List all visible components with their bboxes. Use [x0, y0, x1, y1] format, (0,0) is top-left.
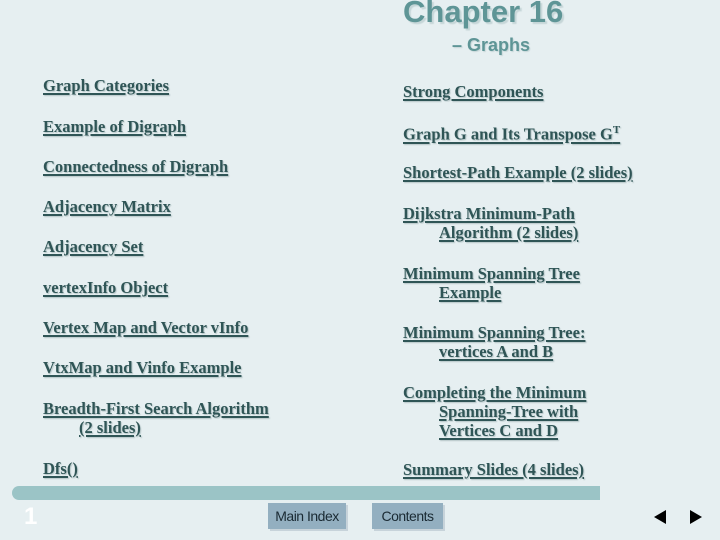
footer-divider-bar: [12, 486, 600, 500]
link-strong-components[interactable]: Strong Components: [403, 82, 543, 101]
previous-slide-icon[interactable]: [654, 510, 666, 524]
chapter-title: Chapter 16: [403, 0, 564, 29]
link-text-continued: Vertices C and D: [439, 421, 559, 440]
link-text: Adjacency Matrix: [43, 197, 171, 216]
link-vertex-map-and-vector[interactable]: Vertex Map and Vector vInfo: [43, 318, 248, 337]
link-summary-slides[interactable]: Summary Slides (4 slides): [403, 460, 584, 479]
link-text: Summary Slides (4 slides): [403, 460, 585, 479]
link-text: Dijkstra Minimum-Path: [403, 204, 575, 223]
link-text: Strong Components: [403, 82, 544, 101]
link-text: Graph Categories: [43, 76, 170, 95]
link-text: Minimum Spanning Tree: [403, 264, 580, 283]
link-text: vertexInfo Object: [43, 278, 169, 297]
link-dijkstra-minimum-path[interactable]: Dijkstra Minimum-Path Algorithm (2 slides…: [403, 204, 578, 242]
link-text: Shortest-Path Example (2 slides): [403, 163, 633, 182]
link-graph-transpose[interactable]: Graph G and Its Transpose GT: [403, 121, 620, 144]
link-text-continued: vertices A and B: [439, 342, 554, 361]
link-vertexinfo-object[interactable]: vertexInfo Object: [43, 278, 168, 297]
link-text-continued: Algorithm (2 slides): [439, 223, 579, 242]
superscript: T: [612, 124, 621, 136]
link-connectedness-of-digraph[interactable]: Connectedness of Digraph: [43, 157, 228, 176]
link-example-of-digraph[interactable]: Example of Digraph: [43, 117, 186, 136]
link-text: VtxMap and Vinfo Example: [43, 358, 242, 377]
link-adjacency-matrix[interactable]: Adjacency Matrix: [43, 197, 171, 216]
main-index-button[interactable]: Main Index: [268, 503, 346, 529]
link-adjacency-set[interactable]: Adjacency Set: [43, 237, 143, 256]
link-completing-mst[interactable]: Completing the Minimum Spanning-Tree with…: [403, 383, 586, 440]
link-graph-categories[interactable]: Graph Categories: [43, 76, 169, 95]
link-text: Dfs(): [43, 459, 78, 478]
link-text: Vertex Map and Vector vInfo: [43, 318, 249, 337]
next-slide-icon[interactable]: [690, 510, 702, 524]
contents-button[interactable]: Contents: [372, 503, 443, 529]
link-text: Adjacency Set: [43, 237, 144, 256]
link-text: Minimum Spanning Tree:: [403, 323, 586, 342]
link-text: Example of Digraph: [43, 117, 187, 136]
link-breadth-first-search[interactable]: Breadth-First Search Algorithm (2 slides): [43, 399, 269, 437]
link-text-continued: Spanning-Tree with: [439, 402, 579, 421]
link-dfs[interactable]: Dfs(): [43, 459, 78, 478]
link-text-continued: Example: [439, 283, 502, 302]
link-text: Breadth-First Search Algorithm: [43, 399, 269, 418]
chapter-subtitle: – Graphs: [452, 35, 531, 55]
link-text: Graph G and Its Transpose G: [403, 124, 613, 144]
link-text: Connectedness of Digraph: [43, 157, 229, 176]
link-shortest-path-example[interactable]: Shortest-Path Example (2 slides): [403, 163, 633, 182]
link-text-continued: (2 slides): [79, 418, 141, 437]
link-mst-example[interactable]: Minimum Spanning Tree Example: [403, 264, 580, 302]
link-vtxmap-vinfo-example[interactable]: VtxMap and Vinfo Example: [43, 358, 241, 377]
link-text: Completing the Minimum: [403, 383, 587, 402]
slide-number: 1: [24, 503, 38, 530]
link-mst-vertices-a-b[interactable]: Minimum Spanning Tree: vertices A and B: [403, 323, 585, 361]
